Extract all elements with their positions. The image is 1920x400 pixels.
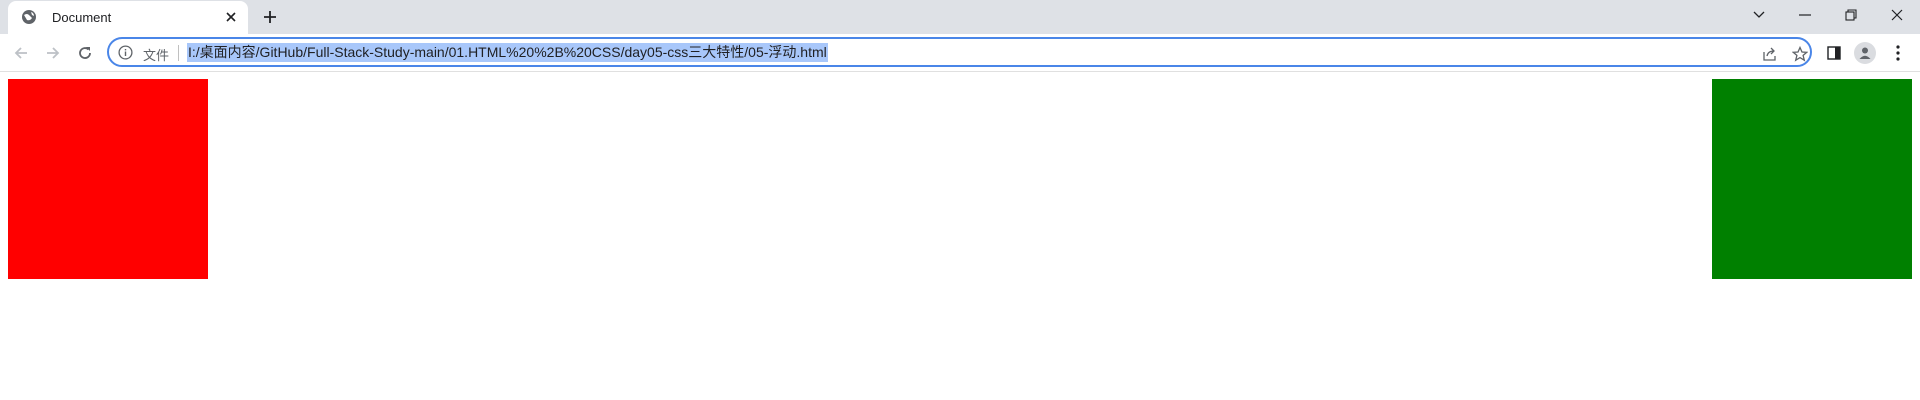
left-float-box	[8, 79, 208, 279]
minimize-icon	[1799, 14, 1811, 16]
star-icon[interactable]	[1790, 44, 1810, 64]
forward-button[interactable]	[41, 41, 65, 65]
side-panel-button[interactable]	[1822, 41, 1846, 65]
minimize-button[interactable]	[1782, 0, 1828, 30]
restore-icon	[1845, 9, 1857, 21]
avatar	[1854, 42, 1876, 64]
tab-title: Document	[52, 10, 112, 25]
scheme-label: 文件	[143, 48, 170, 63]
arrow-right-icon	[47, 47, 60, 59]
url-input[interactable]: I:/桌面内容/GitHub/Full-Stack-Study-main/01.…	[187, 43, 828, 62]
close-icon	[1891, 9, 1903, 21]
arrow-left-icon	[14, 47, 27, 59]
person-icon	[1859, 47, 1871, 59]
restore-button[interactable]	[1828, 0, 1874, 30]
reload-icon	[79, 47, 91, 59]
close-window-button[interactable]	[1874, 0, 1920, 30]
new-tab-button[interactable]	[258, 5, 282, 29]
reload-button[interactable]	[73, 41, 97, 65]
divider	[178, 45, 179, 61]
page-viewport	[0, 72, 1920, 400]
tab-strip: Document	[0, 0, 1920, 34]
profile-button[interactable]	[1853, 41, 1877, 65]
globe-icon	[21, 9, 37, 25]
menu-button[interactable]	[1886, 41, 1910, 65]
back-button[interactable]	[9, 41, 33, 65]
tab-document[interactable]: Document	[8, 1, 248, 34]
info-icon[interactable]	[118, 45, 133, 60]
kebab-menu-icon	[1896, 45, 1900, 61]
right-float-box	[1712, 79, 1912, 279]
browser-toolbar: 文件 I:/桌面内容/GitHub/Full-Stack-Study-main/…	[0, 34, 1920, 72]
side-panel-icon	[1827, 46, 1841, 60]
address-bar[interactable]: 文件 I:/桌面内容/GitHub/Full-Stack-Study-main/…	[107, 37, 1812, 67]
chevron-down-icon	[1753, 11, 1765, 18]
close-icon[interactable]	[222, 8, 240, 26]
tab-search-button[interactable]	[1736, 0, 1782, 30]
share-icon[interactable]	[1760, 44, 1780, 64]
plus-icon	[264, 11, 276, 23]
